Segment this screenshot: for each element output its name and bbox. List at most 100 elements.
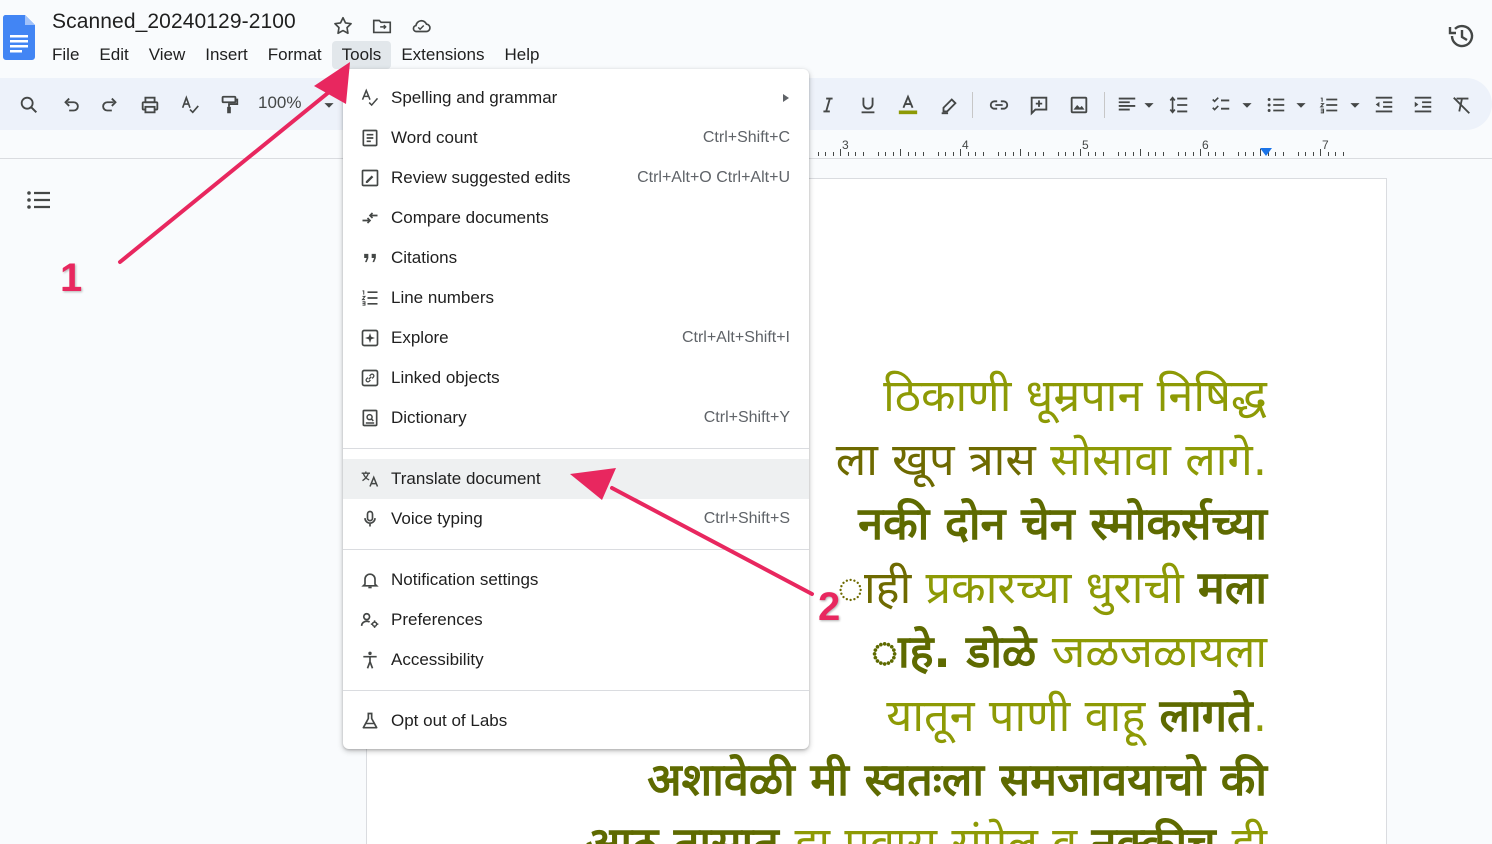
menu-item-linked-objects[interactable]: Linked objects [343, 358, 809, 398]
menu-item-voice-typing[interactable]: Voice typing Ctrl+Shift+S [343, 499, 809, 539]
menu-item-translate-document[interactable]: Translate document [343, 459, 809, 499]
zoom-dropdown-arrow-icon[interactable] [316, 92, 342, 118]
document-line[interactable]: अशावेळी मी स्वतःला समजावयाचो की [487, 748, 1267, 812]
numbered-list-dropdown-arrow-icon[interactable] [1342, 92, 1368, 118]
document-line[interactable]: आठ तासात हा प्रवास संपेल व नक्कीच ही [487, 812, 1267, 844]
redo-icon[interactable] [97, 92, 123, 118]
ruler-tick [832, 152, 834, 156]
word-count-icon [359, 127, 381, 149]
checklist-icon[interactable] [1208, 92, 1234, 118]
align-dropdown-arrow-icon[interactable] [1136, 92, 1162, 118]
version-history-icon[interactable] [1446, 20, 1478, 52]
document-outline-icon[interactable] [26, 188, 52, 212]
accessibility-icon [359, 649, 381, 671]
link-icon[interactable] [986, 92, 1012, 118]
search-icon[interactable] [16, 92, 42, 118]
menu-format[interactable]: Format [258, 41, 332, 69]
ruler-tick [1320, 149, 1321, 156]
cloud-saved-icon[interactable] [408, 13, 433, 38]
menu-item-line-numbers[interactable]: Line numbers [343, 278, 809, 318]
print-icon[interactable] [137, 92, 163, 118]
menu-item-notification-settings[interactable]: Notification settings [343, 560, 809, 600]
zoom-select[interactable]: 100% [258, 93, 301, 113]
spellcheck-icon[interactable] [177, 92, 203, 118]
ruler-tick [1147, 152, 1149, 156]
bulleted-list-icon[interactable] [1263, 92, 1289, 118]
linked-objects-icon [359, 367, 381, 389]
menu-item-spelling-and-grammar[interactable]: Spelling and grammar [343, 78, 809, 118]
line-spacing-icon[interactable] [1166, 92, 1192, 118]
underline-icon[interactable] [855, 92, 881, 118]
document-text-run: नक्कीच [1091, 817, 1232, 844]
ruler-tick [1200, 149, 1201, 156]
menu-item-label: Compare documents [391, 208, 549, 227]
document-text-run: हा प्रवास संपेल व [794, 817, 1092, 844]
decrease-indent-icon[interactable] [1371, 92, 1397, 118]
explore-icon [359, 327, 381, 349]
ruler-tick [1177, 152, 1179, 156]
ruler-tick [855, 152, 856, 156]
ruler-tick [967, 152, 969, 156]
paint-format-icon[interactable] [216, 92, 242, 118]
menu-tools[interactable]: Tools [331, 41, 392, 69]
menu-help[interactable]: Help [494, 41, 549, 69]
labs-flask-icon [359, 710, 381, 732]
menu-view[interactable]: View [139, 41, 196, 69]
star-icon[interactable] [330, 13, 355, 38]
menu-file[interactable]: File [42, 41, 89, 69]
menu-item-shortcut: Ctrl+Alt+Shift+I [681, 329, 790, 346]
ruler-tick [1215, 152, 1216, 156]
menu-item-label: Spelling and grammar [391, 88, 558, 107]
ruler-tick [1012, 152, 1014, 156]
menu-item-opt-out-of-labs[interactable]: Opt out of Labs [343, 701, 809, 741]
ruler-tick [1282, 152, 1284, 156]
bulleted-list-dropdown-arrow-icon[interactable] [1288, 92, 1314, 118]
menu-item-accessibility[interactable]: Accessibility [343, 640, 809, 680]
ruler-number: 3 [842, 138, 849, 152]
numbered-list-icon[interactable] [1316, 92, 1342, 118]
add-comment-icon[interactable] [1026, 92, 1052, 118]
menu-item-label: Word count [391, 128, 478, 147]
menu-item-compare-documents[interactable]: Compare documents [343, 198, 809, 238]
move-folder-icon[interactable] [369, 13, 394, 38]
ruler-tick [817, 152, 819, 156]
menu-item-label: Opt out of Labs [391, 711, 508, 730]
menu-edit[interactable]: Edit [89, 41, 138, 69]
docs-logo-icon[interactable] [2, 15, 36, 61]
document-text-run: ाही [837, 561, 926, 614]
right-indent-marker[interactable] [1260, 148, 1272, 156]
insert-image-icon[interactable] [1066, 92, 1092, 118]
citations-icon [359, 247, 381, 269]
menu-insert[interactable]: Insert [195, 41, 258, 69]
microphone-icon [359, 508, 381, 530]
ruler-tick [982, 152, 984, 156]
increase-indent-icon[interactable] [1410, 92, 1436, 118]
translate-icon [359, 468, 381, 490]
menu-item-explore[interactable]: Explore Ctrl+Alt+Shift+I [343, 318, 809, 358]
text-color-icon[interactable] [895, 92, 921, 118]
document-text-run: सोसावा लागे. [1050, 433, 1267, 486]
menu-item-review-suggested-edits[interactable]: Review suggested edits Ctrl+Alt+O Ctrl+A… [343, 158, 809, 198]
document-text-run: ही [1231, 817, 1267, 844]
menu-item-word-count[interactable]: Word count Ctrl+Shift+C [343, 118, 809, 158]
clear-formatting-icon[interactable] [1449, 92, 1475, 118]
ruler-tick [1132, 152, 1134, 156]
undo-icon[interactable] [58, 92, 84, 118]
checklist-dropdown-arrow-icon[interactable] [1234, 92, 1260, 118]
menu-item-citations[interactable]: Citations [343, 238, 809, 278]
review-edits-icon [359, 167, 381, 189]
document-text-run: यातून पाणी वाहू [886, 689, 1160, 742]
ruler-tick [1342, 152, 1344, 156]
menu-item-preferences[interactable]: Preferences [343, 600, 809, 640]
menu-extensions[interactable]: Extensions [391, 41, 494, 69]
ruler[interactable]: 3 4 5 6 7 [810, 138, 1390, 158]
ruler-tick [1020, 149, 1021, 156]
menu-item-dictionary[interactable]: Dictionary Ctrl+Shift+Y [343, 398, 809, 438]
annotation-label-2: 2 [817, 584, 841, 630]
menu-divider [343, 549, 809, 550]
document-text-run: ाहे. डोळे [871, 625, 1052, 678]
italic-icon[interactable] [815, 92, 841, 118]
document-title[interactable]: Scanned_20240129-2100 [52, 10, 296, 34]
line-numbers-icon [359, 287, 381, 309]
highlight-icon[interactable] [936, 92, 962, 118]
